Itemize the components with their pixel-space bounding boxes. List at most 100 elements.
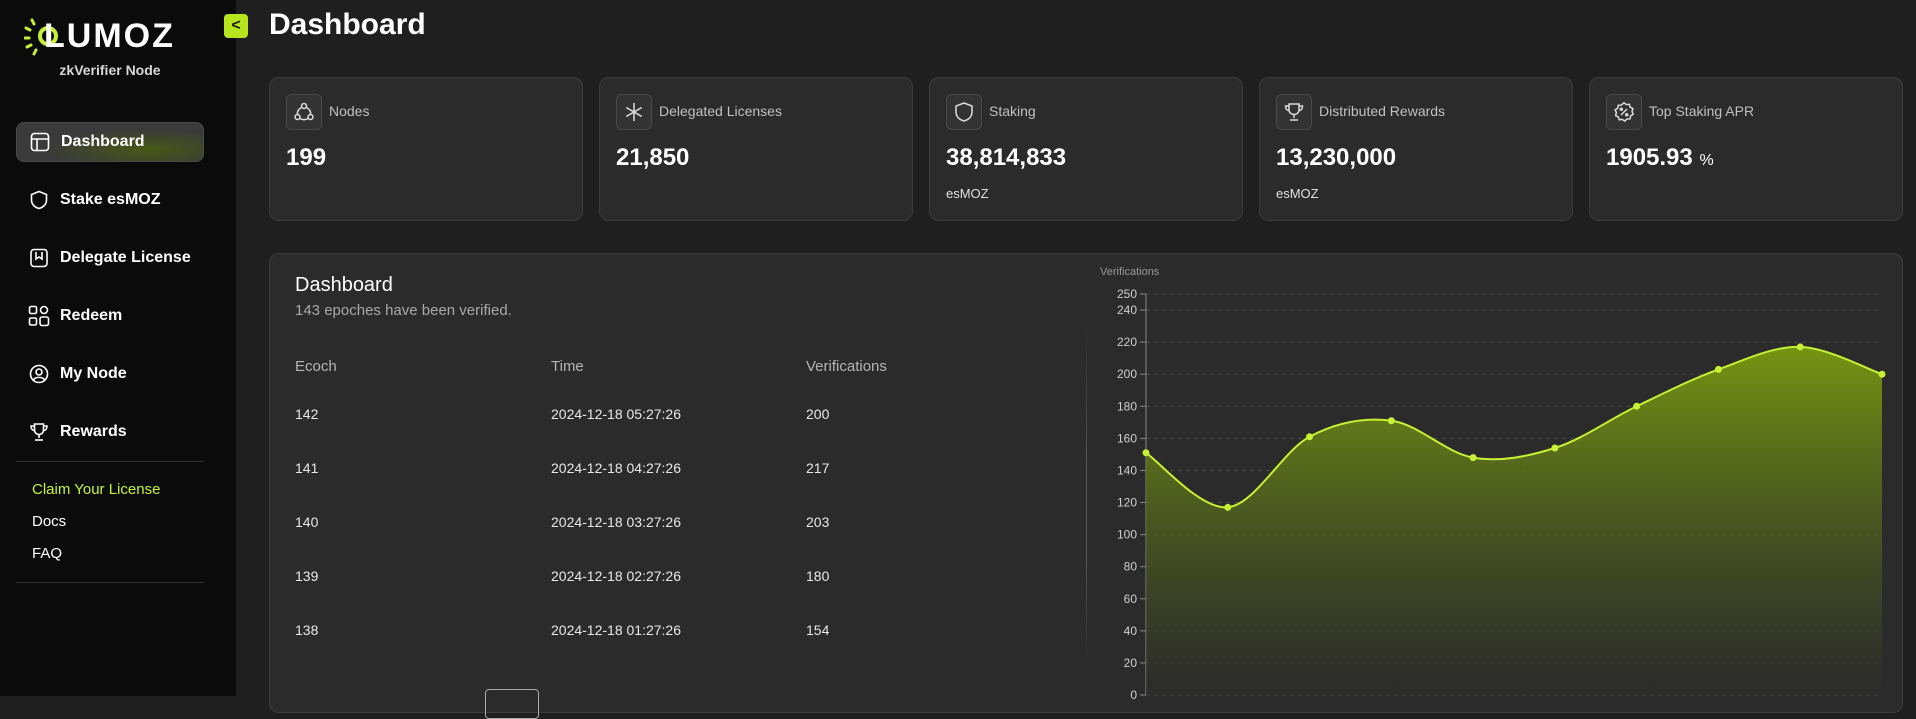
cell-time: 2024-12-18 04:27:26 [551,460,681,476]
stat-unit: esMOZ [1276,186,1319,201]
column-header-epoch: Ecoch [295,358,337,375]
verifications-chart: Verifications 0 20 40 60 80 100 120 140 160 180 20… [1100,266,1886,702]
stat-label: Top Staking APR [1649,103,1755,119]
cell-time: 2024-12-18 02:27:26 [551,568,681,584]
stat-card-delegated-licenses: Delegated Licenses 21,850 [599,77,913,221]
panel-subtitle: 143 epoches have been verified. [295,302,512,319]
sidebar-item-my-node[interactable]: My Node [16,354,204,394]
stat-label: Staking [989,103,1036,119]
page-title: Dashboard [269,8,426,41]
shapes-icon [28,305,50,327]
apr-percent-suffix: % [1699,152,1714,169]
y-tick-label: 180 [1117,399,1137,413]
column-header-verifications: Verifications [806,358,887,375]
y-tick-label: 140 [1117,463,1137,477]
sidebar-item-rewards[interactable]: Rewards [16,412,204,452]
stat-card-top-staking-apr: Top Staking APR 1905.93 % [1589,77,1903,221]
stat-value: 199 [286,144,327,171]
sidebar-item-label: Delegate License [60,249,191,266]
stat-label: Distributed Rewards [1319,103,1446,119]
layout-icon [29,131,51,153]
pagination-button[interactable] [485,689,539,719]
y-tick-label: 220 [1117,335,1137,349]
data-point [1306,433,1314,441]
y-tick-label: 80 [1124,560,1138,574]
stat-unit: esMOZ [946,186,989,201]
stat-label: Nodes [329,103,370,119]
stat-value: 13,230,000 [1276,144,1397,171]
data-point [1633,402,1641,410]
user-circle-icon [28,363,50,385]
data-point [1469,454,1477,462]
cell-verifications: 200 [806,406,830,422]
y-tick-label: 240 [1117,303,1137,317]
nodes-icon [286,94,322,130]
asterisk-icon [616,94,652,130]
stat-value: 38,814,833 [946,144,1067,171]
collapse-sidebar-button[interactable]: < [224,14,248,38]
cell-time: 2024-12-18 03:27:26 [551,514,681,530]
stat-card-nodes: Nodes 199 [269,77,583,221]
sidebar-item-dashboard[interactable]: Dashboard [16,122,204,162]
cell-epoch: 138 [295,622,319,638]
data-point [1878,370,1886,378]
panel-title: Dashboard [295,274,393,296]
cell-epoch: 142 [295,406,319,422]
sidebar-item-delegate-license[interactable]: Delegate License [16,238,204,278]
cell-epoch: 140 [295,514,319,530]
epoch-panel: Dashboard 143 epoches have been verified… [269,253,1903,719]
sidebar-item-label: Redeem [60,307,123,324]
series-area [1146,346,1882,695]
cell-verifications: 203 [806,514,830,530]
cell-verifications: 180 [806,568,830,584]
column-header-time: Time [551,358,584,375]
y-tick-label: 200 [1117,367,1137,381]
shield-icon [28,189,50,211]
cell-time: 2024-12-18 05:27:26 [551,406,681,422]
sidebar: LUMOZ zkVerifier Node Dashboard Stake es… [0,0,236,696]
y-tick-label: 60 [1124,592,1138,606]
y-tick-label: 20 [1124,656,1138,670]
y-tick-label: 250 [1117,287,1137,301]
cell-time: 2024-12-18 01:27:26 [551,622,681,638]
percent-badge-icon [1606,94,1642,130]
y-tick-label: 0 [1130,688,1137,702]
sidebar-item-stake[interactable]: Stake esMOZ [16,180,204,220]
faq-link[interactable]: FAQ [32,545,62,562]
data-point [1796,343,1804,351]
docs-link[interactable]: Docs [32,513,66,530]
stat-label: Delegated Licenses [659,103,782,119]
shield-icon [946,94,982,130]
cell-verifications: 217 [806,460,830,476]
claim-license-link[interactable]: Claim Your License [32,481,160,498]
sidebar-item-redeem[interactable]: Redeem [16,296,204,336]
sidebar-divider [16,461,204,462]
sidebar-item-label: Dashboard [61,133,145,150]
y-tick-label: 100 [1117,528,1137,542]
data-point [1551,444,1559,452]
y-tick-label: 40 [1124,624,1138,638]
data-point [1224,503,1232,511]
trophy-icon [1276,94,1312,130]
y-axis-label: Verifications [1100,266,1160,278]
sidebar-divider [16,582,204,583]
panel-divider [1086,324,1087,664]
stat-card-distributed-rewards: Distributed Rewards 13,230,000 esMOZ [1259,77,1573,221]
y-tick-label: 120 [1117,496,1137,510]
sidebar-item-label: My Node [60,365,127,382]
brand-name: LUMOZ [44,17,175,55]
data-point [1714,365,1722,373]
sidebar-item-label: Stake esMOZ [60,191,161,208]
stat-card-staking: Staking 38,814,833 esMOZ [929,77,1243,221]
cell-verifications: 154 [806,622,830,638]
cell-epoch: 141 [295,460,319,476]
cell-epoch: 139 [295,568,319,584]
data-point [1142,449,1150,457]
stat-value: 1905.93 % [1606,144,1714,172]
bookmark-icon [28,247,50,269]
brand-subtitle: zkVerifier Node [59,62,161,78]
trophy-icon [28,421,50,443]
data-point [1387,417,1395,425]
stat-value: 21,850 [616,144,690,171]
y-tick-label: 160 [1117,431,1137,445]
